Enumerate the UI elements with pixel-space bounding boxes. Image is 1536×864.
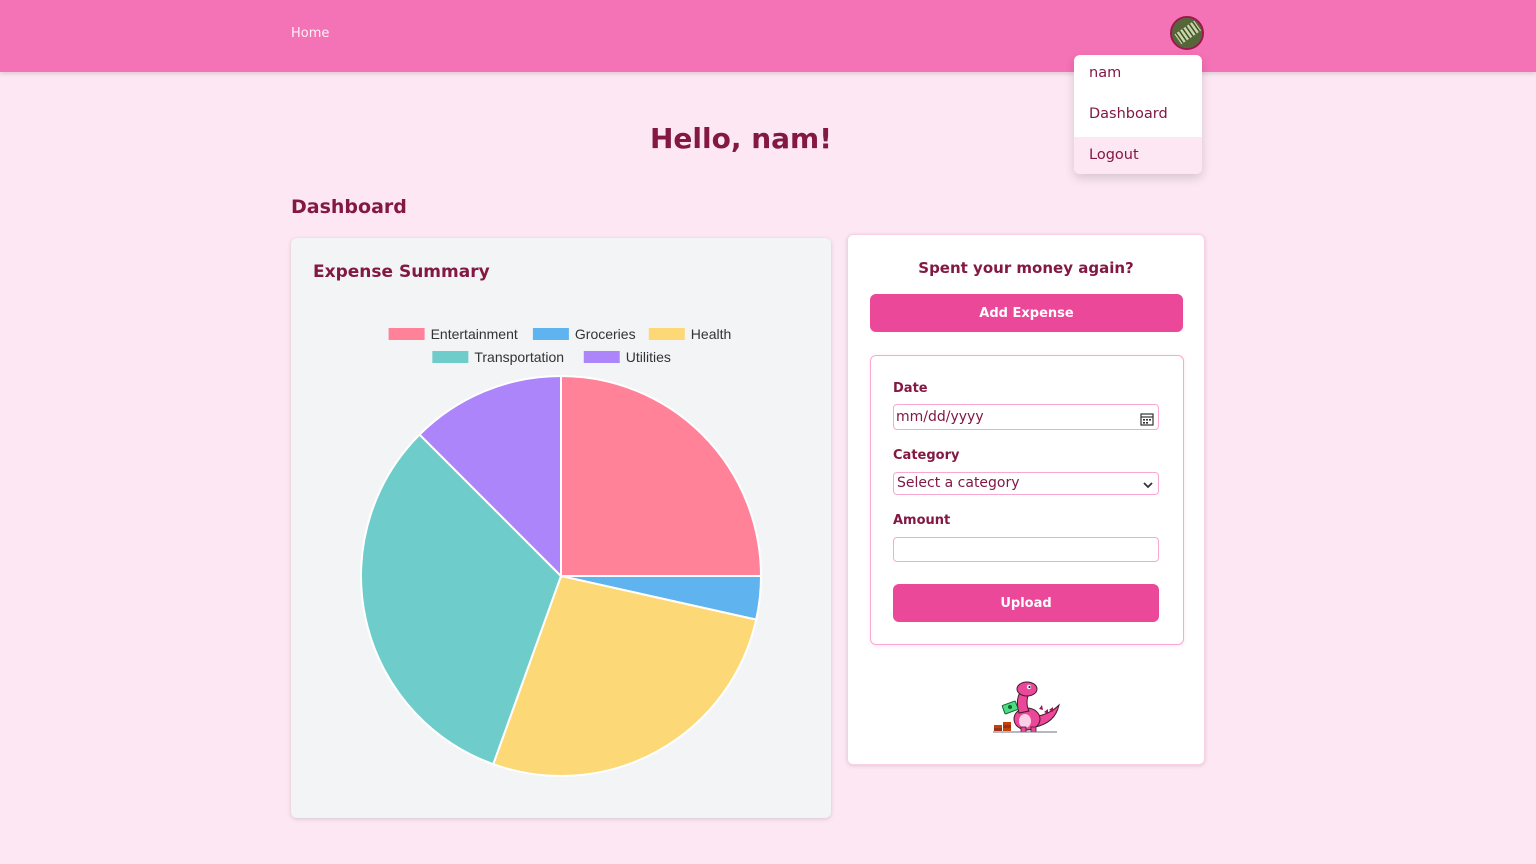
expense-summary-card: Expense Summary Entertainment Groceries He… [291,238,831,818]
legend-swatch-groceries[interactable] [532,328,569,340]
pie-slice-entertainment[interactable] [560,374,763,577]
section-title: Dashboard [291,196,407,218]
date-placeholder: mm/dd/yyyy [896,409,984,425]
amount-label: Amount [893,513,951,528]
category-label: Category [893,448,960,463]
chevron-down-icon [1142,477,1154,498]
top-navbar: Home [0,0,1536,72]
legend-swatch-transportation[interactable] [432,351,469,363]
form-heading: Spent your money again? [918,259,1134,277]
legend-label-health[interactable]: Health [691,326,731,342]
calendar-icon[interactable] [1140,410,1154,434]
category-select[interactable]: Select a category [893,472,1159,495]
date-input[interactable]: mm/dd/yyyy [893,404,1159,430]
user-avatar-icon[interactable] [1170,16,1204,50]
date-label: Date [893,381,928,396]
user-dropdown-menu: nam Dashboard Logout [1074,55,1202,174]
add-expense-button[interactable]: Add Expense [870,294,1183,332]
greeting-heading: Hello, nam! [649,122,832,155]
legend-label-groceries[interactable]: Groceries [575,326,636,342]
legend-swatch-health[interactable] [648,328,685,340]
menu-item-username[interactable]: nam [1074,55,1202,96]
legend-label-entertainment[interactable]: Entertainment [431,326,518,342]
nav-home-link[interactable]: Home [291,26,329,41]
expense-pie-chart: Entertainment Groceries Health Transportati… [360,326,763,777]
legend-swatch-entertainment[interactable] [388,328,425,340]
expense-form: Date mm/dd/yyyy Category Select a catego… [870,355,1184,645]
category-selected-value: Select a category [897,475,1020,491]
legend-label-transportation[interactable]: Transportation [474,349,564,365]
add-expense-card: Spent your money again? Add Expense Date… [847,234,1205,765]
amount-input[interactable] [893,537,1159,562]
upload-button[interactable]: Upload [893,584,1159,622]
legend-label-utilities[interactable]: Utilities [626,349,671,365]
dinosaur-mascot-icon [989,679,1061,739]
legend-swatch-utilities[interactable] [583,351,620,363]
